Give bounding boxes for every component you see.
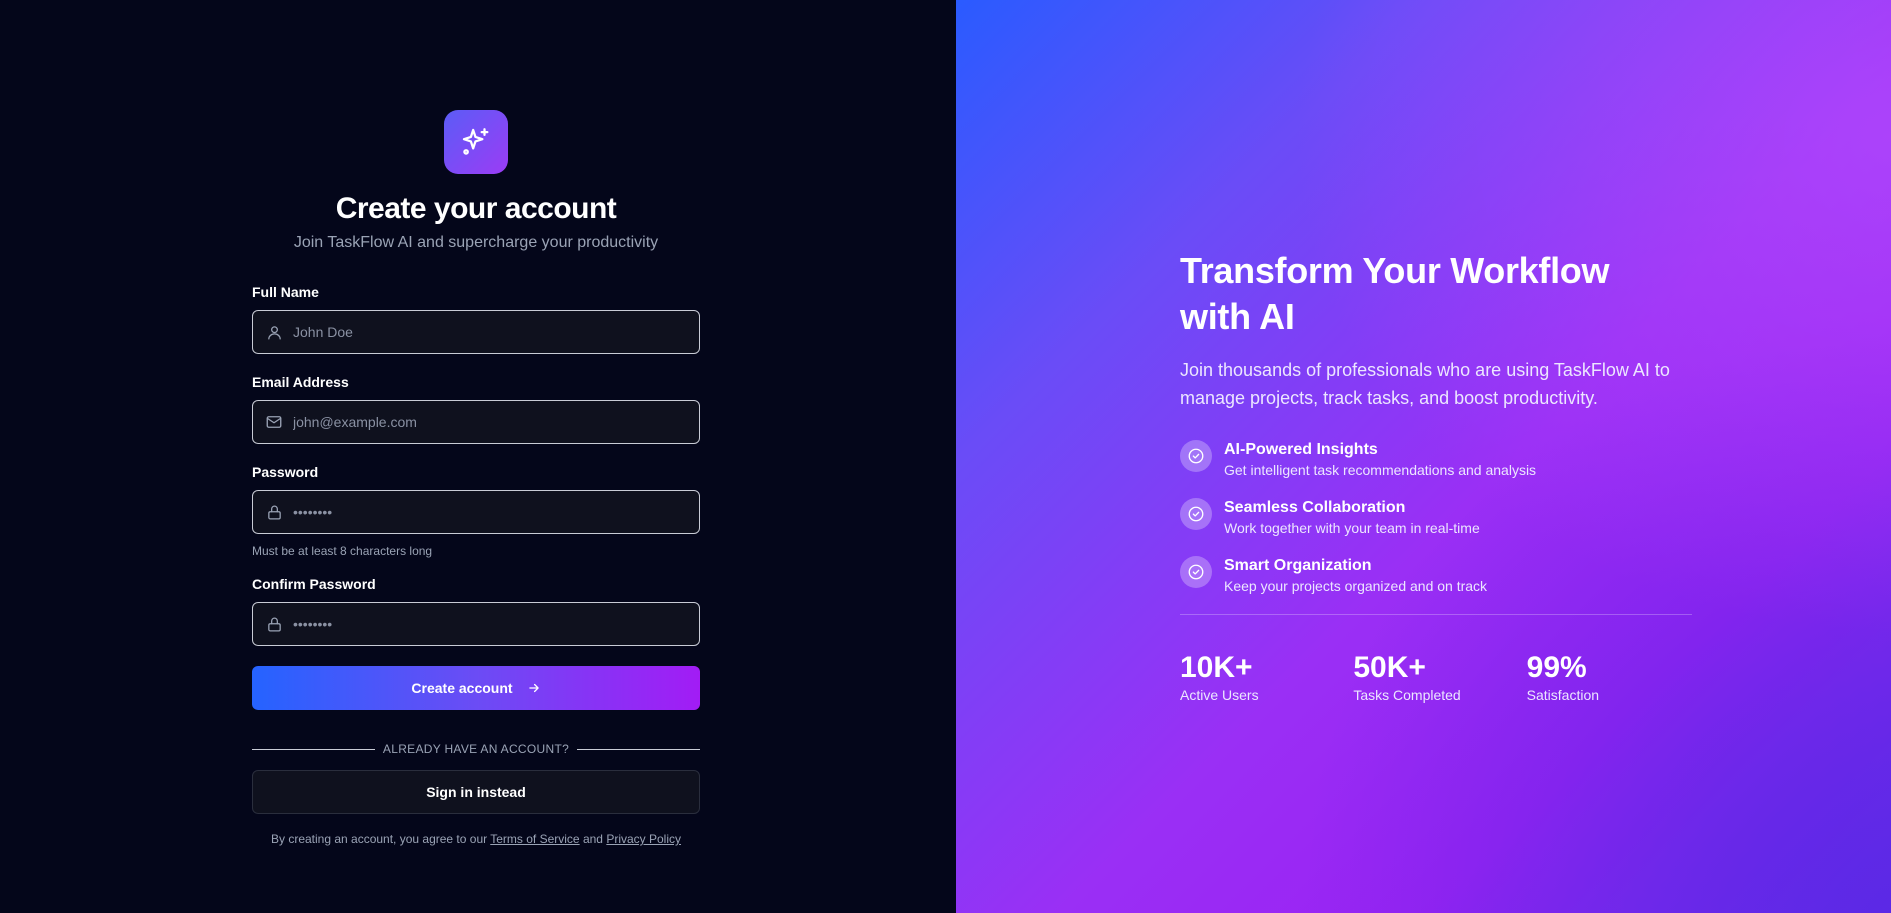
confirm-password-group: Confirm Password bbox=[252, 576, 700, 646]
stat-item: 99% Satisfaction bbox=[1527, 651, 1700, 703]
hero-title-line2: with AI bbox=[1180, 296, 1295, 337]
signup-panel: Create your account Join TaskFlow AI and… bbox=[0, 0, 956, 913]
user-icon bbox=[265, 323, 283, 341]
hero-title: Transform Your Workflow with AI bbox=[1180, 248, 1700, 340]
divider-text: ALREADY HAVE AN ACCOUNT? bbox=[382, 742, 570, 756]
privacy-policy-link[interactable]: Privacy Policy bbox=[606, 832, 681, 846]
stat-value: 10K+ bbox=[1180, 651, 1253, 684]
lock-icon bbox=[265, 503, 283, 521]
feature-item: AI-Powered Insights Get intelligent task… bbox=[1180, 440, 1700, 480]
hero-lead: Join thousands of professionals who are … bbox=[1180, 360, 1670, 408]
stat-label: Tasks Completed bbox=[1353, 687, 1461, 703]
feature-item: Smart Organization Keep your projects or… bbox=[1180, 556, 1700, 596]
feature-list: AI-Powered Insights Get intelligent task… bbox=[1180, 440, 1700, 596]
divider-line bbox=[252, 748, 375, 750]
hero-content: Transform Your Workflow with AI Join tho… bbox=[1180, 248, 1700, 703]
mail-icon bbox=[265, 413, 283, 431]
stat-item: 10K+ Active Users bbox=[1180, 651, 1353, 703]
stat-value: 50K+ bbox=[1353, 651, 1426, 684]
sign-in-button[interactable]: Sign in instead bbox=[252, 770, 700, 814]
feature-title: Smart Organization bbox=[1224, 557, 1372, 574]
terms-of-service-link[interactable]: Terms of Service bbox=[490, 832, 579, 846]
full-name-label: Full Name bbox=[252, 284, 319, 300]
create-account-button[interactable]: Create account bbox=[252, 666, 700, 710]
stats-row: 10K+ Active Users 50K+ Tasks Completed 9… bbox=[1180, 651, 1700, 703]
terms-text: By creating an account, you agree to our… bbox=[252, 832, 700, 846]
password-label: Password bbox=[252, 464, 319, 480]
password-input[interactable] bbox=[293, 491, 699, 533]
stat-label: Active Users bbox=[1180, 687, 1259, 703]
confirm-password-label: Confirm Password bbox=[252, 576, 376, 592]
stat-item: 50K+ Tasks Completed bbox=[1353, 651, 1526, 703]
page-subtitle: Join TaskFlow AI and supercharge your pr… bbox=[293, 234, 659, 251]
arrow-right-icon bbox=[528, 683, 539, 693]
email-group: Email Address bbox=[252, 374, 700, 444]
hero-title-line1: Transform Your Workflow bbox=[1180, 250, 1610, 291]
stat-label: Satisfaction bbox=[1526, 687, 1600, 703]
stat-value: 99% bbox=[1526, 651, 1587, 684]
hero-panel: Transform Your Workflow with AI Join tho… bbox=[956, 0, 1891, 913]
password-field[interactable] bbox=[252, 490, 700, 534]
check-circle-icon bbox=[1180, 498, 1212, 530]
password-group: Password Must be at least 8 characters l… bbox=[252, 464, 700, 558]
feature-desc: Keep your projects organized and on trac… bbox=[1224, 578, 1488, 594]
create-account-label: Create account bbox=[411, 680, 513, 696]
password-hint: Must be at least 8 characters long bbox=[252, 544, 433, 558]
full-name-group: Full Name bbox=[252, 284, 700, 354]
email-label: Email Address bbox=[252, 374, 349, 390]
page-title: Create your account bbox=[335, 192, 617, 225]
feature-desc: Get intelligent task recommendations and… bbox=[1224, 462, 1537, 478]
email-field[interactable] bbox=[252, 400, 700, 444]
app-logo bbox=[444, 110, 508, 174]
lock-icon bbox=[265, 615, 283, 633]
feature-title: Seamless Collaboration bbox=[1224, 499, 1406, 516]
feature-item: Seamless Collaboration Work together wit… bbox=[1180, 498, 1700, 538]
confirm-password-field[interactable] bbox=[252, 602, 700, 646]
terms-and: and bbox=[582, 832, 603, 846]
stats-divider bbox=[1180, 614, 1692, 615]
full-name-field[interactable] bbox=[252, 310, 700, 354]
email-input[interactable] bbox=[293, 401, 699, 443]
terms-prefix: By creating an account, you agree to our bbox=[270, 832, 488, 846]
sparkles-icon bbox=[462, 128, 489, 155]
signup-form: Create your account Join TaskFlow AI and… bbox=[252, 110, 700, 846]
divider-line bbox=[577, 748, 700, 750]
full-name-input[interactable] bbox=[293, 311, 699, 353]
or-divider: ALREADY HAVE AN ACCOUNT? bbox=[252, 742, 700, 756]
feature-title: AI-Powered Insights bbox=[1224, 441, 1378, 458]
confirm-password-input[interactable] bbox=[293, 603, 699, 645]
check-circle-icon bbox=[1180, 440, 1212, 472]
feature-desc: Work together with your team in real-tim… bbox=[1224, 520, 1480, 536]
check-circle-icon bbox=[1180, 556, 1212, 588]
